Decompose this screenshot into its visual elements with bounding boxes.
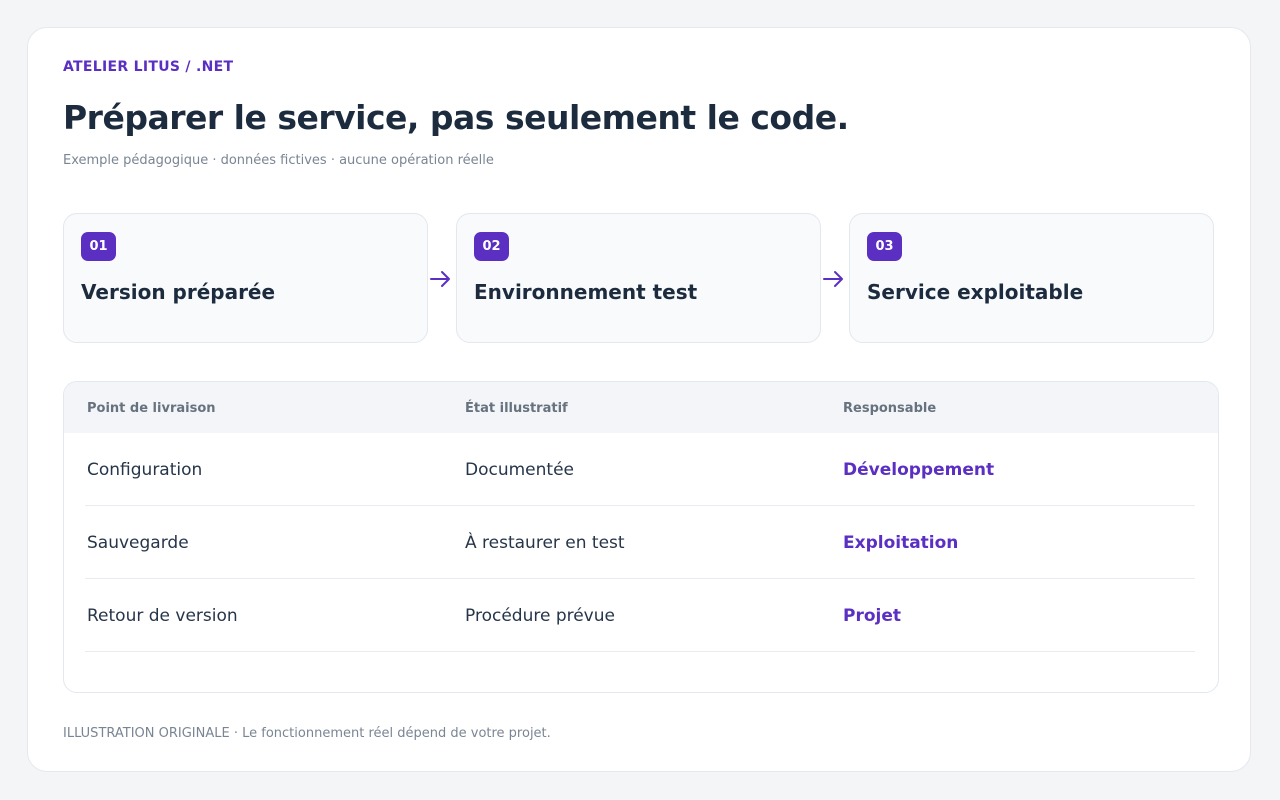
cell-point: Retour de version: [87, 606, 238, 626]
table-row: Retour de version Procédure prévue Proje…: [85, 579, 1195, 652]
cell-state: Documentée: [465, 460, 574, 480]
step-number-badge: 02: [474, 232, 509, 261]
step-number-badge: 01: [81, 232, 116, 261]
eyebrow-label: ATELIER LITUS / .NET: [63, 59, 234, 75]
step-number-badge: 03: [867, 232, 902, 261]
step-card-2: 02 Environnement test: [456, 213, 821, 343]
column-header-owner: Responsable: [843, 401, 937, 416]
cell-owner: Exploitation: [843, 533, 959, 553]
cell-point: Sauvegarde: [87, 533, 189, 553]
page-subtitle: Exemple pédagogique · données fictives ·…: [63, 153, 494, 168]
cell-owner: Développement: [843, 460, 995, 480]
step-label: Environnement test: [474, 280, 698, 304]
footer-note: ILLUSTRATION ORIGINALE · Le fonctionneme…: [63, 726, 551, 741]
step-card-3: 03 Service exploitable: [849, 213, 1214, 343]
cell-point: Configuration: [87, 460, 203, 480]
step-card-1: 01 Version préparée: [63, 213, 428, 343]
arrow-right-icon: [430, 271, 450, 287]
delivery-table: Point de livraison État illustratif Resp…: [63, 381, 1219, 693]
step-label: Version préparée: [81, 280, 276, 304]
table-row: Configuration Documentée Développement: [85, 433, 1195, 506]
cell-state: Procédure prévue: [465, 606, 615, 626]
column-header-state: État illustratif: [465, 401, 568, 416]
cell-owner: Projet: [843, 606, 902, 626]
table-row: Sauvegarde À restaurer en test Exploitat…: [85, 506, 1195, 579]
arrow-right-icon: [823, 271, 843, 287]
column-header-point: Point de livraison: [87, 401, 216, 416]
main-card: ATELIER LITUS / .NET Préparer le service…: [27, 27, 1251, 772]
cell-state: À restaurer en test: [465, 533, 625, 553]
table-header: Point de livraison État illustratif Resp…: [64, 382, 1218, 433]
page-title: Préparer le service, pas seulement le co…: [63, 98, 849, 137]
step-label: Service exploitable: [867, 280, 1084, 304]
